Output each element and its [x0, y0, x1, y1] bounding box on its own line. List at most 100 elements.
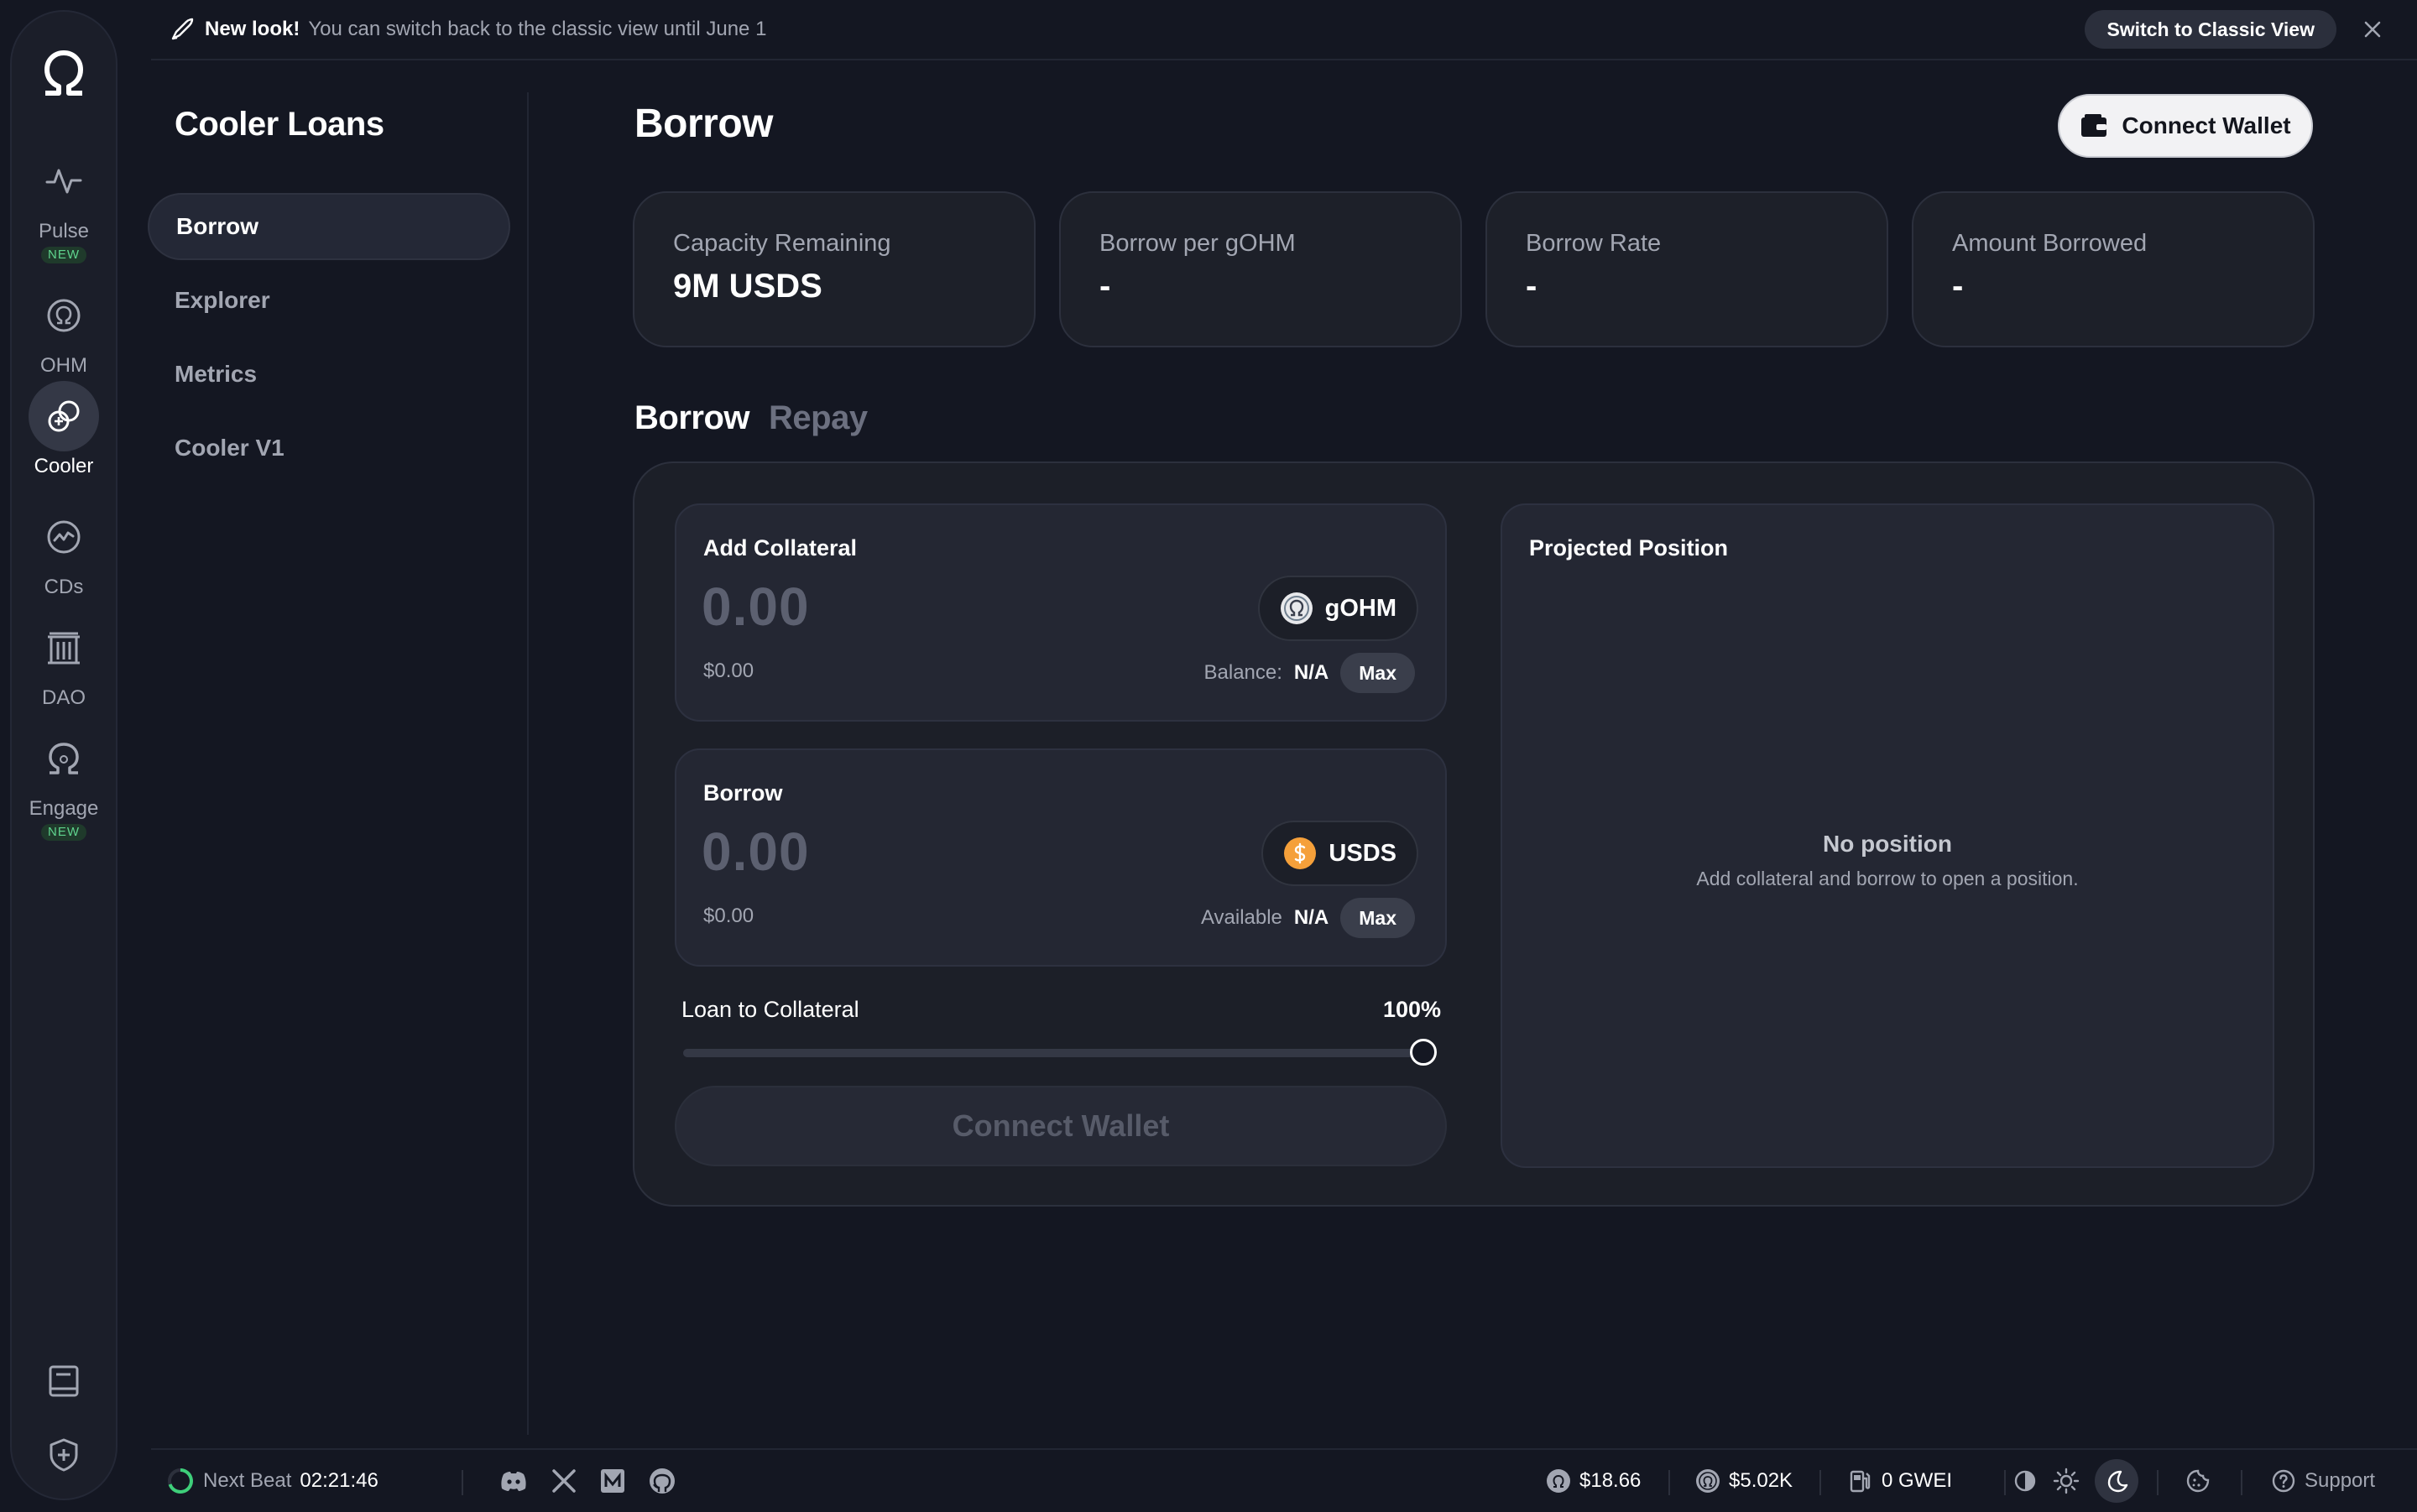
sun-icon[interactable] — [2053, 1468, 2080, 1494]
announcement-banner: New look! You can switch back to the cla… — [151, 0, 2417, 60]
next-beat-time: 02:21:46 — [300, 1469, 378, 1492]
divider — [2004, 1470, 2006, 1495]
rail-item-ohm[interactable]: OHM — [12, 280, 116, 378]
rail-item-engage[interactable]: Engage NEW — [12, 723, 116, 841]
divider — [462, 1470, 463, 1495]
borrow-usd-value: $0.00 — [703, 905, 754, 927]
stat-value: 9M USDS — [673, 268, 822, 305]
beat-progress-icon — [168, 1468, 193, 1494]
subnav-item-borrow[interactable]: Borrow — [148, 193, 510, 260]
stat-amount-borrowed: Amount Borrowed - — [1912, 191, 2315, 347]
collateral-balance: Balance: N/A Max — [1204, 653, 1415, 693]
stat-borrow-rate: Borrow Rate - — [1485, 191, 1888, 347]
available-value: N/A — [1293, 906, 1329, 929]
balance-value: N/A — [1293, 661, 1329, 684]
ohm-price: $18.66 — [1546, 1450, 1641, 1512]
stat-label: Capacity Remaining — [673, 230, 891, 257]
rail-item-dao[interactable]: DAO — [12, 613, 116, 710]
tab-repay[interactable]: Repay — [769, 399, 868, 437]
rail-item-security[interactable] — [12, 1420, 116, 1490]
engage-icon — [49, 743, 79, 774]
borrow-max-button[interactable]: Max — [1340, 898, 1415, 938]
borrow-amount-card: Borrow 0.00 $0.00 USDS Available N/A Max — [675, 748, 1447, 967]
subnav-item-explorer[interactable]: Explorer — [148, 267, 510, 334]
rail-label: Cooler — [34, 455, 94, 477]
omega-logo-icon — [44, 50, 83, 96]
collateral-amount-input[interactable]: 0.00 — [702, 576, 810, 638]
ltv-value: 100% — [1383, 997, 1442, 1022]
rail-item-cooler[interactable]: Cooler — [12, 381, 116, 478]
divider — [1819, 1470, 1821, 1495]
borrow-amount-input[interactable]: 0.00 — [702, 821, 810, 883]
subnav-item-cooler-v1[interactable]: Cooler V1 — [148, 414, 510, 482]
token-selector-usds[interactable]: USDS — [1261, 821, 1418, 886]
connect-wallet-button[interactable]: Connect Wallet — [2058, 94, 2313, 158]
stat-capacity-remaining: Capacity Remaining 9M USDS — [633, 191, 1036, 347]
discord-icon[interactable] — [499, 1466, 529, 1496]
close-icon[interactable] — [2360, 17, 2385, 42]
page-title: Borrow — [634, 102, 774, 146]
rail-label: OHM — [40, 354, 87, 377]
rail-label: Pulse — [38, 220, 90, 242]
connect-wallet-label: Connect Wallet — [2122, 112, 2291, 138]
add-collateral-card: Add Collateral 0.00 $0.00 gOHM Balance: … — [675, 503, 1447, 722]
social-links — [499, 1450, 676, 1512]
available-label: Available — [1200, 906, 1282, 929]
tab-borrow[interactable]: Borrow — [634, 399, 750, 437]
gohm-token-icon — [1696, 1469, 1720, 1493]
switch-classic-view-button[interactable]: Switch to Classic View — [2085, 10, 2336, 49]
github-icon[interactable] — [648, 1467, 676, 1495]
submit-connect-wallet-button[interactable]: Connect Wallet — [675, 1086, 1447, 1166]
medium-icon[interactable] — [599, 1468, 626, 1494]
banner-message: You can switch back to the classic view … — [308, 18, 767, 40]
collateral-max-button[interactable]: Max — [1340, 653, 1415, 693]
card-title: Add Collateral — [703, 535, 858, 560]
borrow-panel: Add Collateral 0.00 $0.00 gOHM Balance: … — [633, 461, 2315, 1207]
theme-switcher — [2012, 1450, 2138, 1512]
divider — [2241, 1470, 2242, 1495]
rail-item-docs[interactable] — [12, 1346, 116, 1416]
gohm-price: $5.02K — [1695, 1450, 1793, 1512]
docs-icon — [49, 1365, 79, 1397]
stat-label: Borrow Rate — [1526, 230, 1662, 257]
theme-dark-button[interactable] — [2095, 1459, 2138, 1503]
ltv-slider[interactable] — [683, 1039, 1437, 1066]
rail-item-cds[interactable]: CDs — [12, 502, 116, 599]
gohm-price-value: $5.02K — [1729, 1469, 1793, 1492]
collateral-usd-value: $0.00 — [703, 660, 754, 682]
rail-item-pulse[interactable]: Pulse NEW — [12, 146, 116, 263]
cooler-loans-nav: Cooler Loans Borrow Explorer Metrics Coo… — [148, 92, 529, 1435]
dao-icon — [48, 632, 80, 665]
cookie-settings[interactable] — [2185, 1450, 2211, 1512]
new-badge: NEW — [41, 824, 86, 841]
ltv-slider-thumb[interactable] — [1410, 1039, 1437, 1066]
projected-position-card: Projected Position No position Add colla… — [1501, 503, 2274, 1168]
shield-plus-icon — [50, 1438, 78, 1472]
token-symbol: gOHM — [1324, 594, 1396, 622]
subnav-item-metrics[interactable]: Metrics — [148, 341, 510, 408]
olympus-logo[interactable] — [12, 35, 116, 111]
borrow-available: Available N/A Max — [1201, 898, 1415, 938]
ltv-slider-fill — [683, 1049, 1430, 1057]
contrast-icon[interactable] — [2012, 1468, 2038, 1494]
stat-label: Amount Borrowed — [1952, 230, 2148, 257]
new-badge: NEW — [41, 247, 86, 263]
stat-borrow-per-gohm: Borrow per gOHM - — [1059, 191, 1462, 347]
help-circle-icon — [2272, 1469, 2295, 1493]
gas-pump-icon — [1850, 1470, 1871, 1493]
stat-value: - — [1099, 268, 1111, 305]
next-beat: Next Beat 02:21:46 — [166, 1450, 378, 1512]
divider — [1668, 1470, 1670, 1495]
support-link[interactable]: Support — [2271, 1450, 2375, 1512]
x-icon[interactable] — [551, 1468, 577, 1494]
gohm-token-icon — [1280, 592, 1313, 624]
section-title: Cooler Loans — [175, 106, 384, 143]
rocket-icon — [171, 18, 194, 40]
next-beat-label: Next Beat — [203, 1469, 292, 1492]
app-rail: Pulse NEW OHM Cooler CDs DAO Engage NEW — [10, 10, 117, 1500]
moon-icon — [2107, 1470, 2128, 1493]
token-selector-gohm[interactable]: gOHM — [1257, 576, 1418, 641]
rail-label: CDs — [44, 576, 84, 598]
stat-value: - — [1526, 268, 1537, 305]
empty-state-description: Add collateral and borrow to open a posi… — [1696, 868, 2079, 889]
